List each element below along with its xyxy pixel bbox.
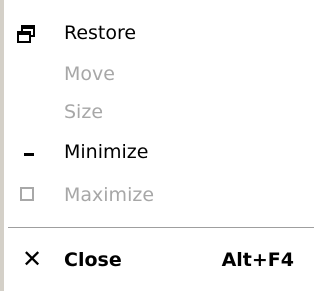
menu-item-label: Maximize [64, 184, 155, 206]
menu-item-close[interactable]: ✕ Close Alt+F4 [8, 241, 312, 279]
window-system-menu: Restore Move Size Minimize Maximize ✕ Cl… [0, 0, 320, 291]
menu-item-move[interactable]: Move [8, 55, 312, 93]
close-icon: ✕ [22, 245, 43, 273]
minimize-icon [24, 153, 34, 156]
menu-item-restore[interactable]: Restore [8, 14, 312, 52]
icon-cell [8, 133, 44, 171]
maximize-icon [20, 187, 34, 201]
restore-icon [17, 25, 35, 43]
icon-cell [8, 93, 44, 131]
menu-item-label: Move [64, 63, 115, 85]
keyboard-shortcut: Alt+F4 [221, 249, 294, 271]
menu-item-size[interactable]: Size [8, 93, 312, 131]
icon-cell [8, 55, 44, 93]
icon-cell [8, 176, 44, 214]
menu-item-label: Restore [64, 22, 137, 44]
menu-separator [8, 227, 314, 229]
menu-item-minimize[interactable]: Minimize [8, 133, 312, 171]
icon-cell [8, 14, 44, 52]
menu-item-label: Minimize [64, 141, 149, 163]
menu-item-maximize[interactable]: Maximize [8, 176, 312, 214]
menu-item-label: Size [64, 101, 104, 123]
icon-cell: ✕ [8, 241, 44, 279]
menu-item-label: Close [64, 249, 122, 271]
menu-frame-edge [0, 0, 5, 291]
